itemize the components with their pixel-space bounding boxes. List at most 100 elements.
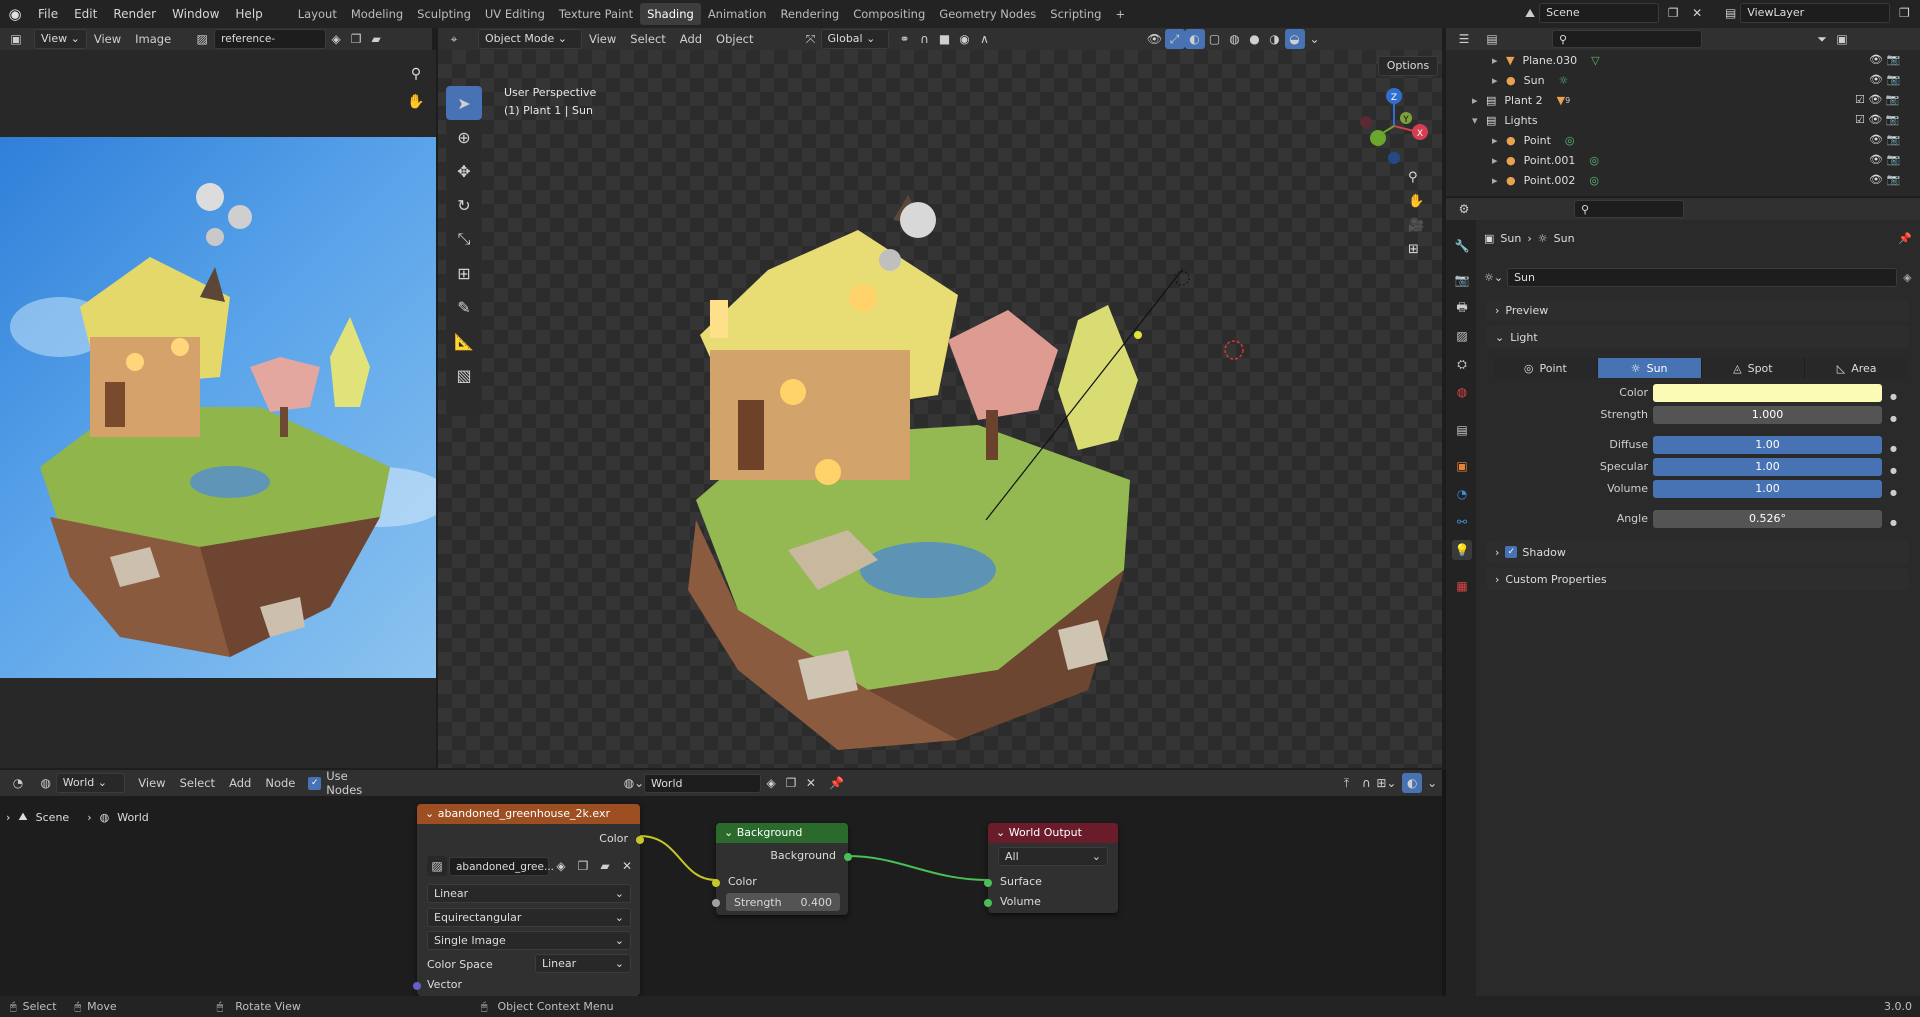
image-browse-icon[interactable]: ▨ [427, 856, 447, 876]
new-world-icon[interactable]: ❐ [781, 773, 801, 793]
fake-user-icon[interactable]: ◈ [551, 856, 571, 876]
menu-render[interactable]: Render [105, 7, 164, 21]
vector-input-socket[interactable] [413, 982, 421, 990]
shadow-panel-header[interactable]: › ✓ Shadow [1487, 541, 1909, 563]
texture-tab-icon[interactable]: ▦ [1452, 576, 1472, 596]
menu-add[interactable]: Add [222, 776, 258, 790]
collapse-icon[interactable]: ⌄ [425, 807, 438, 820]
fake-user-icon[interactable]: ◈ [761, 773, 781, 793]
light-type-spot[interactable]: ◬ Spot [1702, 358, 1806, 378]
shading-options-icon[interactable]: ⌄ [1305, 29, 1325, 49]
gizmo-y-axis-icon[interactable] [1370, 130, 1386, 146]
pan-view-icon[interactable]: ✋ [1408, 194, 1424, 209]
hand-pan-icon[interactable]: ✋ [405, 94, 427, 116]
viewport-editor-type-icon[interactable]: ⌖ [444, 29, 464, 49]
new-image-icon[interactable]: ❐ [573, 856, 593, 876]
menu-select[interactable]: Select [623, 32, 672, 46]
specular-slider[interactable]: 1.00 [1653, 458, 1882, 476]
menu-window[interactable]: Window [164, 7, 227, 21]
collapse-icon[interactable]: ⌄ [996, 826, 1009, 839]
tab-texture-paint[interactable]: Texture Paint [552, 3, 640, 25]
light-color-swatch[interactable] [1653, 384, 1882, 402]
snap-type-icon[interactable]: ⊞⌄ [1376, 773, 1396, 793]
env-image-field[interactable]: abandoned_gree... [449, 856, 554, 876]
tab-shading[interactable]: Shading [640, 3, 701, 25]
unlink-image-icon[interactable]: ✕ [617, 856, 637, 876]
environment-texture-node[interactable]: ⌄ abandoned_greenhouse_2k.exr Color ▨ ab… [413, 804, 644, 996]
render-tab-icon[interactable]: 📷 [1452, 270, 1472, 290]
env-node-header[interactable]: ⌄ abandoned_greenhouse_2k.exr [417, 804, 640, 824]
collection-tab-icon[interactable]: ▤ [1452, 420, 1472, 440]
delete-scene-icon[interactable]: ✕ [1687, 3, 1707, 23]
menu-help[interactable]: Help [227, 7, 270, 21]
tab-scripting[interactable]: Scripting [1043, 3, 1108, 25]
menu-add[interactable]: Add [673, 32, 709, 46]
volume-input-socket[interactable] [984, 899, 992, 907]
falloff-icon[interactable]: ∧ [975, 29, 995, 49]
expand-icon[interactable]: ▸ [1492, 74, 1506, 87]
visibility-icon[interactable]: 👁 [1145, 29, 1165, 49]
shadow-checkbox[interactable]: ✓ [1505, 546, 1518, 558]
keyframe-icon[interactable]: ● [1890, 460, 1897, 482]
output-tab-icon[interactable]: 🖶 [1452, 298, 1472, 318]
outliner-row-plane-030[interactable]: ▸ ▼ Plane.030 ▽ [1446, 50, 1920, 70]
proportional-edit-icon[interactable]: ◉ [955, 29, 975, 49]
editor-type-icon[interactable]: ▣ [6, 29, 26, 49]
snap-icon[interactable]: ∩ [915, 29, 935, 49]
xray-icon[interactable]: ▢ [1205, 29, 1225, 49]
light-panel-header[interactable]: ⌄ Light [1487, 326, 1909, 348]
outliner-row-sun[interactable]: ▸ ● Sun ☼ [1446, 70, 1920, 90]
pin-icon[interactable]: 📌 [827, 773, 847, 793]
shading-solid-icon[interactable]: ● [1245, 29, 1265, 49]
outliner-row-point-002[interactable]: ▸ ● Point.002 ◎ [1446, 170, 1920, 190]
light-data-tab-icon[interactable]: 💡 [1452, 540, 1472, 560]
tab-geometry-nodes[interactable]: Geometry Nodes [932, 3, 1043, 25]
snap-icon[interactable]: ∩ [1357, 773, 1377, 793]
tab-rendering[interactable]: Rendering [773, 3, 846, 25]
visibility-toggle-icon[interactable]: 👁 📷 [1855, 70, 1915, 90]
shading-material-icon[interactable]: ◑ [1265, 29, 1285, 49]
parent-node-tree-icon[interactable]: ⤒ [1337, 773, 1357, 793]
tab-animation[interactable]: Animation [701, 3, 774, 25]
diffuse-slider[interactable]: 1.00 [1653, 436, 1882, 454]
source-dropdown[interactable]: Single Image ⌄ [427, 931, 631, 950]
image-name-field[interactable]: reference-image.png [214, 29, 327, 63]
outliner-row-lights[interactable]: ▾ ▤ Lights [1446, 110, 1920, 130]
viewlayer-field[interactable]: ViewLayer [1740, 3, 1891, 23]
custom-properties-panel-header[interactable]: › Custom Properties [1487, 568, 1909, 590]
light-type-area[interactable]: ◺ Area [1805, 358, 1908, 378]
light-type-sun[interactable]: ☼ Sun [1597, 358, 1702, 378]
light-type-point[interactable]: ◎ Point [1494, 358, 1598, 378]
menu-select[interactable]: Select [173, 776, 222, 790]
angle-field[interactable]: 0.526° [1653, 510, 1882, 528]
visibility-toggle-icon[interactable]: 👁 📷 [1855, 130, 1915, 150]
unlink-world-icon[interactable]: ✕ [801, 773, 821, 793]
scene-tab-icon[interactable]: ⛭ [1452, 354, 1472, 374]
orientation-dropdown[interactable]: Global ⌄ [820, 29, 889, 49]
world-name-field[interactable]: World [643, 773, 762, 793]
bg-strength-input-socket[interactable] [712, 899, 720, 907]
overlay-toggle-icon[interactable]: ◐ [1402, 773, 1423, 793]
add-workspace-button[interactable]: + [1108, 3, 1132, 25]
snap-target-icon[interactable]: ■ [935, 29, 955, 49]
overlay-toggle-icon[interactable]: ◐ [1184, 29, 1205, 49]
zoom-view-icon[interactable]: ⚲ [1408, 170, 1424, 185]
keyframe-icon[interactable]: ● [1890, 482, 1897, 504]
fake-user-icon[interactable]: ◈ [326, 29, 346, 49]
outliner-row-point-001[interactable]: ▸ ● Point.001 ◎ [1446, 150, 1920, 170]
tab-sculpting[interactable]: Sculpting [410, 3, 478, 25]
new-collection-icon[interactable]: ▣ [1832, 29, 1852, 49]
constraints-tab-icon[interactable]: ⚯ [1452, 512, 1472, 532]
world-tab-icon[interactable]: ◍ [1452, 382, 1472, 402]
fake-user-icon[interactable]: ◈ [1903, 271, 1911, 284]
shading-wireframe-icon[interactable]: ◍ [1225, 29, 1245, 49]
menu-view[interactable]: View [582, 32, 623, 46]
tab-compositing[interactable]: Compositing [846, 3, 932, 25]
bg-strength-field[interactable]: Strength 0.400 [726, 893, 840, 911]
camera-view-icon[interactable]: 🎥 [1408, 218, 1424, 233]
tab-layout[interactable]: Layout [291, 3, 344, 25]
collapse-icon[interactable]: ▾ [1472, 114, 1486, 127]
menu-node[interactable]: Node [258, 776, 302, 790]
ortho-toggle-icon[interactable]: ⊞ [1408, 242, 1424, 257]
expand-icon[interactable]: ▸ [1472, 94, 1486, 107]
